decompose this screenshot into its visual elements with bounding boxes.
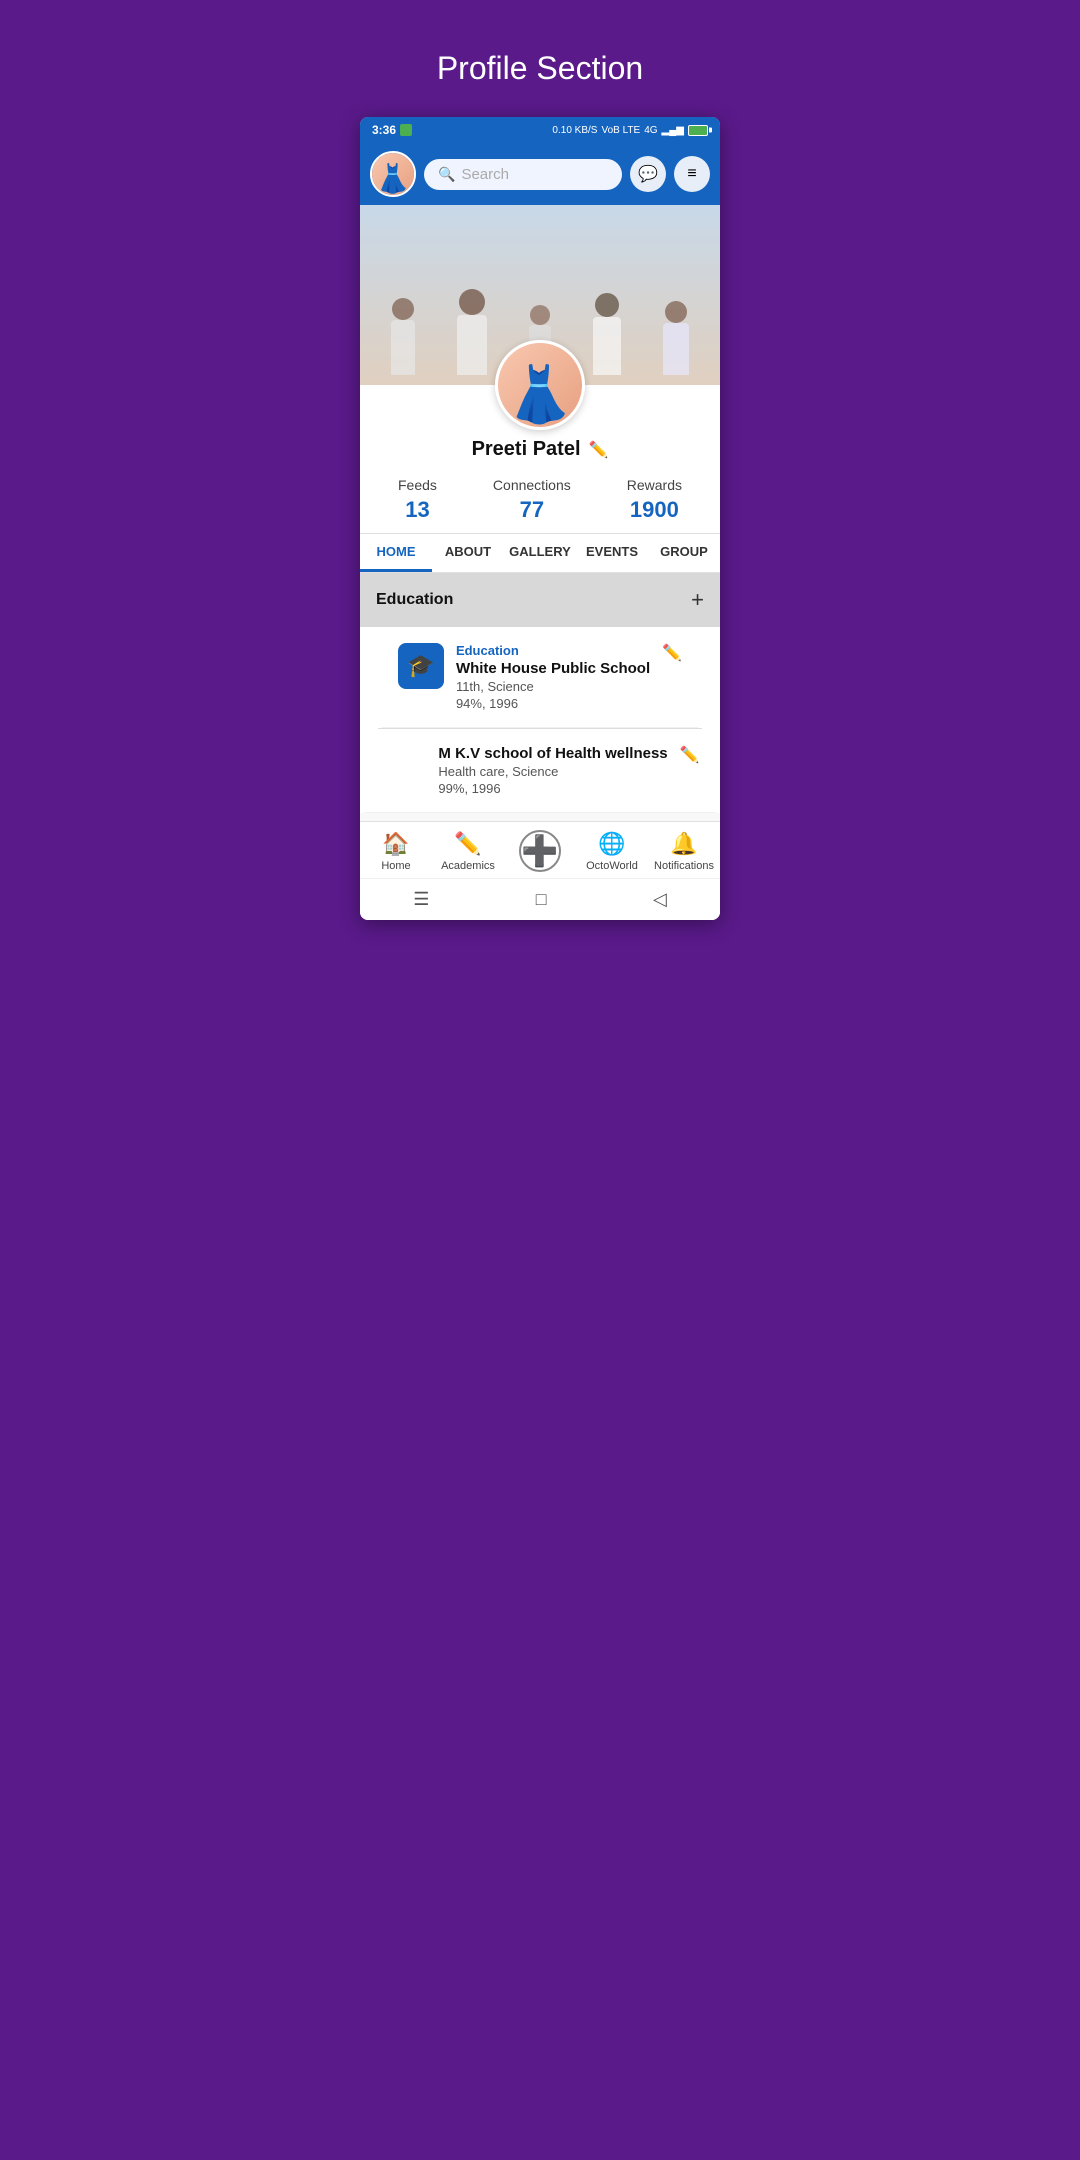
edu-school-2: M K.V school of Health wellness [438, 745, 667, 762]
academics-label: Academics [441, 860, 495, 872]
edit-edu-1-icon[interactable]: ✏️ [662, 643, 682, 663]
figure-1 [391, 298, 415, 375]
edu-detail1-1: 11th, Science [456, 679, 650, 694]
notifications-icon: 🔔 [670, 831, 697, 857]
signal-bars: ▂▄▆ [662, 125, 684, 136]
bottom-nav: 🏠 Home ✏️ Academics ➕ 🌐 OctoWorld 🔔 Noti… [360, 821, 720, 878]
chat-button[interactable]: 💬 [630, 156, 666, 192]
profile-avatar-image: 👗 [506, 362, 574, 427]
edu-detail2-2: 99%, 1996 [438, 781, 667, 796]
figure-4 [593, 293, 621, 375]
tab-about[interactable]: ABOUT [432, 534, 504, 572]
battery-icon [688, 125, 708, 136]
figure-5 [663, 301, 689, 375]
stats-row: Feeds 13 Connections 77 Rewards 1900 [360, 461, 720, 534]
chat-icon: 💬 [638, 164, 658, 184]
nav-octoworld[interactable]: 🌐 OctoWorld [576, 831, 648, 872]
figure-2 [457, 289, 487, 375]
octo-plus-icon: ➕ [519, 830, 561, 872]
octoworld-label: OctoWorld [586, 860, 638, 872]
nav-home[interactable]: 🏠 Home [360, 831, 432, 872]
spacer [360, 813, 720, 821]
notifications-label: Notifications [654, 860, 714, 872]
education-entry-2: M K.V school of Health wellness Health c… [364, 729, 715, 813]
education-title: Education [376, 591, 453, 609]
connections-label: Connections [493, 477, 571, 493]
profile-tabs: HOME ABOUT GALLERY EVENTS GROUP [360, 534, 720, 573]
edu-detail1-2: Health care, Science [438, 764, 667, 779]
tab-gallery[interactable]: GALLERY [504, 534, 576, 572]
tab-events[interactable]: EVENTS [576, 534, 648, 572]
feeds-label: Feeds [398, 477, 437, 493]
status-time: 3:36 [372, 123, 396, 137]
stat-connections: Connections 77 [493, 477, 571, 523]
data-speed: 0.10 KB/S [552, 125, 597, 136]
edit-profile-icon[interactable]: ✏️ [589, 440, 609, 460]
status-icon [400, 124, 412, 136]
tab-group[interactable]: GROUP [648, 534, 720, 572]
network-type: 4G [644, 125, 657, 136]
status-bar: 3:36 0.10 KB/S VoB LTE 4G ▂▄▆ [360, 117, 720, 143]
nav-octo-plus[interactable]: ➕ [504, 830, 576, 872]
system-menu-button[interactable]: ☰ [413, 889, 429, 910]
avatar-image: 👗 [372, 153, 414, 195]
education-section-header: Education + [360, 573, 720, 627]
stat-feeds: Feeds 13 [398, 477, 437, 523]
add-education-button[interactable]: + [691, 587, 704, 613]
education-content-2: M K.V school of Health wellness Health c… [438, 745, 667, 796]
octoworld-icon: 🌐 [598, 831, 625, 857]
search-placeholder: Search [461, 166, 509, 183]
tab-home[interactable]: HOME [360, 534, 432, 572]
system-back-button[interactable]: ◁ [653, 889, 667, 910]
profile-name: Preeti Patel [472, 438, 581, 461]
rewards-value: 1900 [630, 497, 679, 523]
edu-category-1: Education [456, 643, 650, 658]
nav-notifications[interactable]: 🔔 Notifications [648, 831, 720, 872]
menu-button[interactable]: ≡ [674, 156, 710, 192]
search-bar[interactable]: 🔍 Search [424, 159, 622, 190]
home-icon: 🏠 [382, 831, 409, 857]
header-avatar[interactable]: 👗 [370, 151, 416, 197]
data-type: VoB LTE [601, 125, 640, 136]
app-header: 👗 🔍 Search 💬 ≡ [360, 143, 720, 205]
profile-name-row: Preeti Patel ✏️ [472, 438, 609, 461]
feeds-value: 13 [405, 497, 429, 523]
connections-value: 77 [520, 497, 544, 523]
edit-edu-2-icon[interactable]: ✏️ [680, 745, 700, 765]
profile-avatar[interactable]: 👗 [495, 340, 585, 430]
education-content-1: Education White House Public School 11th… [456, 643, 650, 711]
education-entry-1: 🎓 Education White House Public School 11… [382, 627, 698, 728]
stat-rewards: Rewards 1900 [627, 477, 682, 523]
profile-section: 👗 Preeti Patel ✏️ Feeds 13 Connections 7… [360, 385, 720, 821]
system-home-button[interactable]: □ [536, 889, 547, 910]
education-icon-1: 🎓 [398, 643, 444, 689]
edu-icon-spacer [380, 745, 426, 796]
nav-academics[interactable]: ✏️ Academics [432, 831, 504, 872]
header-icons: 💬 ≡ [630, 156, 710, 192]
system-nav: ☰ □ ◁ [360, 878, 720, 920]
graduation-icon: 🎓 [407, 653, 434, 679]
rewards-label: Rewards [627, 477, 682, 493]
search-icon: 🔍 [438, 166, 455, 183]
home-label: Home [381, 860, 410, 872]
phone-frame: 3:36 0.10 KB/S VoB LTE 4G ▂▄▆ 👗 🔍 Search [360, 117, 720, 920]
page-title: Profile Section [437, 50, 643, 87]
menu-icon: ≡ [687, 165, 696, 183]
academics-icon: ✏️ [454, 831, 481, 857]
edu-detail2-1: 94%, 1996 [456, 696, 650, 711]
edu-school-1: White House Public School [456, 660, 650, 677]
